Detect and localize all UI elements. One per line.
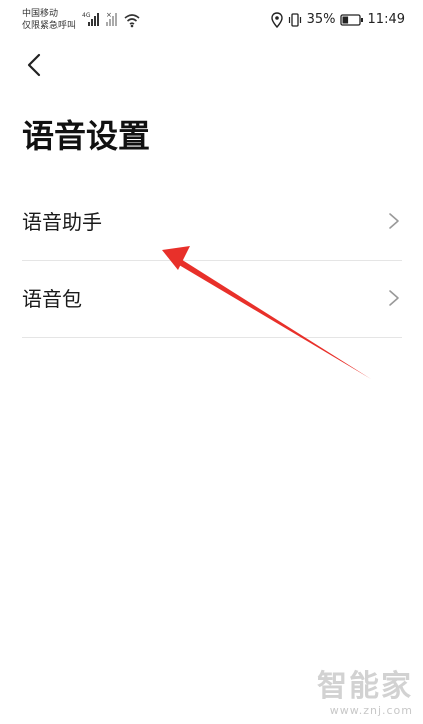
clock: 11:49 — [367, 12, 405, 27]
carrier-info: 中国移动 仅限紧急呼叫 — [22, 8, 76, 32]
back-button[interactable] — [18, 48, 54, 84]
signal-indicators: 4G × — [82, 9, 142, 29]
settings-item-label: 语音包 — [22, 287, 82, 311]
cellular-signal-icon: 4G × — [82, 11, 140, 28]
chevron-right-icon — [389, 213, 399, 229]
settings-item-voice-pack[interactable]: 语音包 — [22, 261, 402, 338]
settings-item-voice-assistant[interactable]: 语音助手 — [22, 184, 402, 261]
network-type-label: 4G — [82, 12, 91, 19]
chevron-right-icon — [389, 290, 399, 306]
annotation-arrow — [162, 246, 371, 379]
status-right-group: 35% 11:49 — [270, 10, 405, 30]
battery-icon — [339, 14, 363, 26]
wifi-icon — [124, 14, 140, 28]
watermark: 智能家 www.znj.com — [317, 670, 413, 718]
watermark-url: www.znj.com — [329, 704, 413, 717]
battery-percent: 35% — [306, 12, 336, 27]
watermark-logo: 智能家 — [317, 669, 413, 704]
vibrate-icon — [288, 13, 301, 27]
page-title: 语音设置 — [22, 117, 151, 155]
location-icon — [270, 12, 283, 28]
svg-text:×: × — [106, 11, 112, 19]
status-bar: 中国移动 仅限紧急呼叫 4G × 35% 11:49 — [0, 0, 423, 40]
chevron-left-icon — [27, 53, 41, 77]
settings-list: 语音助手 语音包 — [22, 184, 402, 338]
carrier-status: 仅限紧急呼叫 — [22, 21, 77, 31]
settings-item-label: 语音助手 — [22, 210, 102, 234]
carrier-name: 中国移动 — [22, 9, 59, 19]
